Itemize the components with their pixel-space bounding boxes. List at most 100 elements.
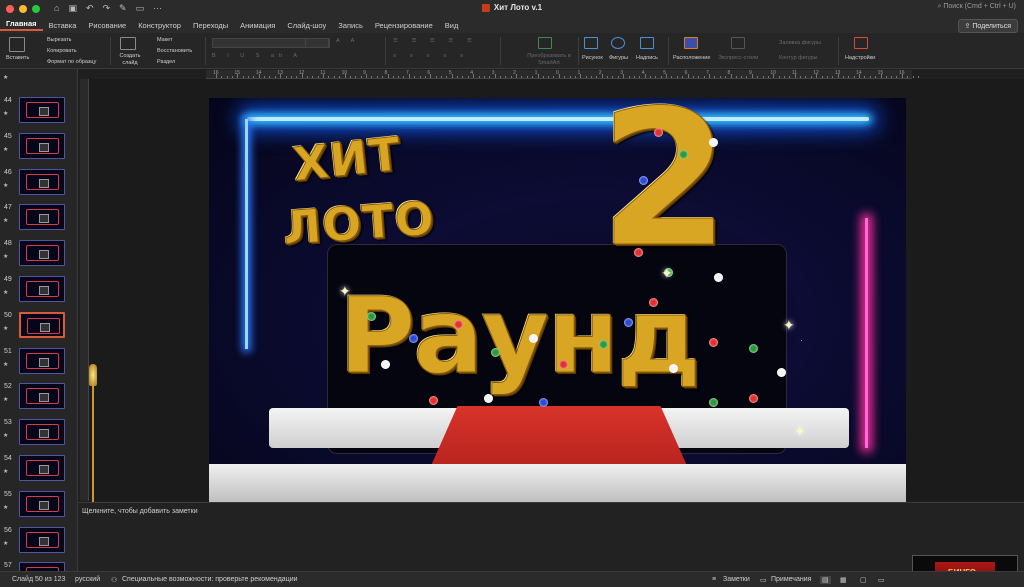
new-slide-icon[interactable] xyxy=(120,37,136,50)
reset-button[interactable]: Восстановить xyxy=(157,48,192,54)
picture-icon[interactable] xyxy=(584,37,598,49)
slide-thumbnail-row[interactable]: 57★ xyxy=(0,560,77,571)
share-button[interactable]: ⇪ Поделиться xyxy=(957,19,1018,33)
tab-9[interactable]: Вид xyxy=(439,21,465,30)
slide-thumbnail-row[interactable]: 55 ★ xyxy=(0,489,77,525)
shape-outline-button[interactable]: Контур фигуры xyxy=(779,55,817,61)
undo-icon[interactable]: ↶ xyxy=(86,4,94,13)
smartart-icon[interactable] xyxy=(538,37,552,49)
slide-thumbnail-row[interactable]: 47 ★ xyxy=(0,202,77,238)
section-button[interactable]: Раздел xyxy=(157,59,175,65)
tab-1[interactable]: Вставка xyxy=(43,21,83,30)
slide-thumbnails-pane[interactable]: ★ 44 ★ 45 ★ 46 ★ 47 ★ 48 ★ 49 ★ 50 ★ 51 ★ 52 ★ 53 ★ 54 ★ 55 ★ 56… xyxy=(0,69,78,571)
edit-icon[interactable]: ✎ xyxy=(119,4,127,13)
slide-thumbnail[interactable] xyxy=(19,132,65,159)
slide-number: 57 xyxy=(4,562,12,570)
normal-view-icon[interactable]: ▤ xyxy=(820,576,831,584)
arrange-button[interactable]: Расположение xyxy=(673,55,710,61)
zoom-window-button[interactable] xyxy=(32,4,40,13)
tab-3[interactable]: Конструктор xyxy=(132,21,187,30)
notes-pane[interactable]: Щелкните, чтобы добавить заметки xyxy=(78,502,1024,571)
slide-thumbnail[interactable] xyxy=(19,97,65,123)
slide-thumbnail[interactable] xyxy=(19,526,65,553)
tab-0[interactable]: Главная xyxy=(0,19,43,31)
font-size-select[interactable] xyxy=(305,38,329,48)
slide-thumbnail-row[interactable]: 53 ★ xyxy=(0,417,77,453)
ruler-tick xyxy=(853,76,855,78)
quick-styles-icon[interactable] xyxy=(731,37,745,49)
arrange-icon[interactable] xyxy=(684,37,698,49)
slide-round-word[interactable]: Раунд xyxy=(338,276,701,397)
slide-thumbnail-row[interactable]: 51 ★ xyxy=(0,346,77,382)
cut-button[interactable]: Вырезать xyxy=(47,37,71,43)
slide-thumbnail[interactable] xyxy=(19,490,65,517)
sorter-view-icon[interactable]: ▦ xyxy=(840,576,847,584)
slide-thumbnail[interactable] xyxy=(19,347,65,374)
smartart-button[interactable]: Преобразовать в SmartArt xyxy=(525,53,573,67)
slideshow-view-icon[interactable]: ▭ xyxy=(878,576,885,584)
slide-thumbnail-row[interactable]: 56 ★ xyxy=(0,525,77,561)
slide-thumbnail-row[interactable]: 49 ★ xyxy=(0,274,77,310)
slide-title-hit[interactable]: ХИТ xyxy=(290,126,404,192)
save-icon[interactable]: ▣ xyxy=(68,4,77,13)
shape-fill-button[interactable]: Заливка фигуры xyxy=(779,40,821,46)
ruler-tick xyxy=(767,76,769,78)
slide-thumbnail[interactable] xyxy=(19,455,65,481)
new-slide-button[interactable]: Создать слайд xyxy=(117,53,143,67)
home-icon[interactable]: ⌂ xyxy=(54,4,59,13)
ruler-tick xyxy=(660,76,662,78)
addins-icon[interactable] xyxy=(854,37,868,49)
current-slide[interactable]: ХИТ ЛОТО 2 Раунд ✦ ✦ ✦ ✦ xyxy=(209,98,906,502)
slide-thumbnail[interactable] xyxy=(19,311,65,338)
accessibility-status[interactable]: Специальные возможности: проверьте реком… xyxy=(122,576,298,583)
slide-thumbnail[interactable] xyxy=(19,383,65,410)
slide-thumbnail[interactable] xyxy=(19,204,65,231)
slide-thumbnail[interactable] xyxy=(19,562,65,571)
slide-thumbnail[interactable] xyxy=(19,276,65,302)
tab-7[interactable]: Запись xyxy=(332,21,369,30)
ruler-tick xyxy=(569,76,571,78)
shapes-icon[interactable] xyxy=(611,37,625,49)
redo-icon[interactable]: ↷ xyxy=(103,4,111,13)
quick-styles-button[interactable]: Экспресс-стили xyxy=(718,55,758,61)
thumbnail-frame xyxy=(26,245,59,262)
slide-thumbnail[interactable] xyxy=(19,168,65,195)
slide-thumbnail-row[interactable]: 54 ★ xyxy=(0,453,77,489)
textbox-icon[interactable] xyxy=(640,37,654,49)
reading-view-icon[interactable]: ▢ xyxy=(860,576,867,584)
search-field[interactable]: ⌕ Поиск (Cmd + Ctrl + U) xyxy=(937,3,1016,11)
close-window-button[interactable] xyxy=(6,4,14,13)
shapes-button[interactable]: Фигуры xyxy=(609,55,628,61)
slide-thumbnail-row[interactable]: 48 ★ xyxy=(0,238,77,274)
more-icon[interactable]: ··· xyxy=(153,4,162,13)
tab-2[interactable]: Рисование xyxy=(82,21,132,30)
slide-round-number[interactable]: 2 xyxy=(599,98,731,274)
slide-thumbnail-row[interactable]: 52 ★ xyxy=(0,381,77,417)
star-icon: ★ xyxy=(3,469,9,475)
paste-icon[interactable] xyxy=(9,37,25,52)
notes-button[interactable]: Заметки xyxy=(723,576,750,583)
minimize-window-button[interactable] xyxy=(19,4,27,13)
layout-button[interactable]: Макет xyxy=(157,37,173,43)
tab-4[interactable]: Переходы xyxy=(187,21,234,30)
present-icon[interactable]: ▭ xyxy=(136,4,145,13)
comments-button[interactable]: Примечания xyxy=(771,576,811,583)
slide-thumbnail-row[interactable]: 45 ★ xyxy=(0,131,77,167)
tab-6[interactable]: Слайд-шоу xyxy=(281,21,332,30)
slide-thumbnail-row[interactable]: 50 ★ xyxy=(0,310,77,346)
slide-thumbnail-row[interactable]: 46 ★ xyxy=(0,167,77,203)
copy-button[interactable]: Копировать xyxy=(47,48,77,54)
slide-title-loto[interactable]: ЛОТО xyxy=(281,190,437,255)
tab-5[interactable]: Анимация xyxy=(234,21,281,30)
language-indicator[interactable]: русский xyxy=(75,576,100,583)
addins-button[interactable]: Надстройки xyxy=(845,55,875,61)
slide-thumbnail-row[interactable]: 44 ★ xyxy=(0,95,77,131)
paste-button[interactable]: Вставить xyxy=(6,55,29,61)
picture-button[interactable]: Рисунок xyxy=(582,55,603,61)
format-painter-button[interactable]: Формат по образцу xyxy=(47,59,96,65)
slide-thumbnail[interactable] xyxy=(19,240,65,267)
tab-8[interactable]: Рецензирование xyxy=(369,21,439,30)
ruler-tick xyxy=(633,76,635,78)
slide-thumbnail[interactable] xyxy=(19,419,65,446)
textbox-button[interactable]: Надпись xyxy=(636,55,658,61)
